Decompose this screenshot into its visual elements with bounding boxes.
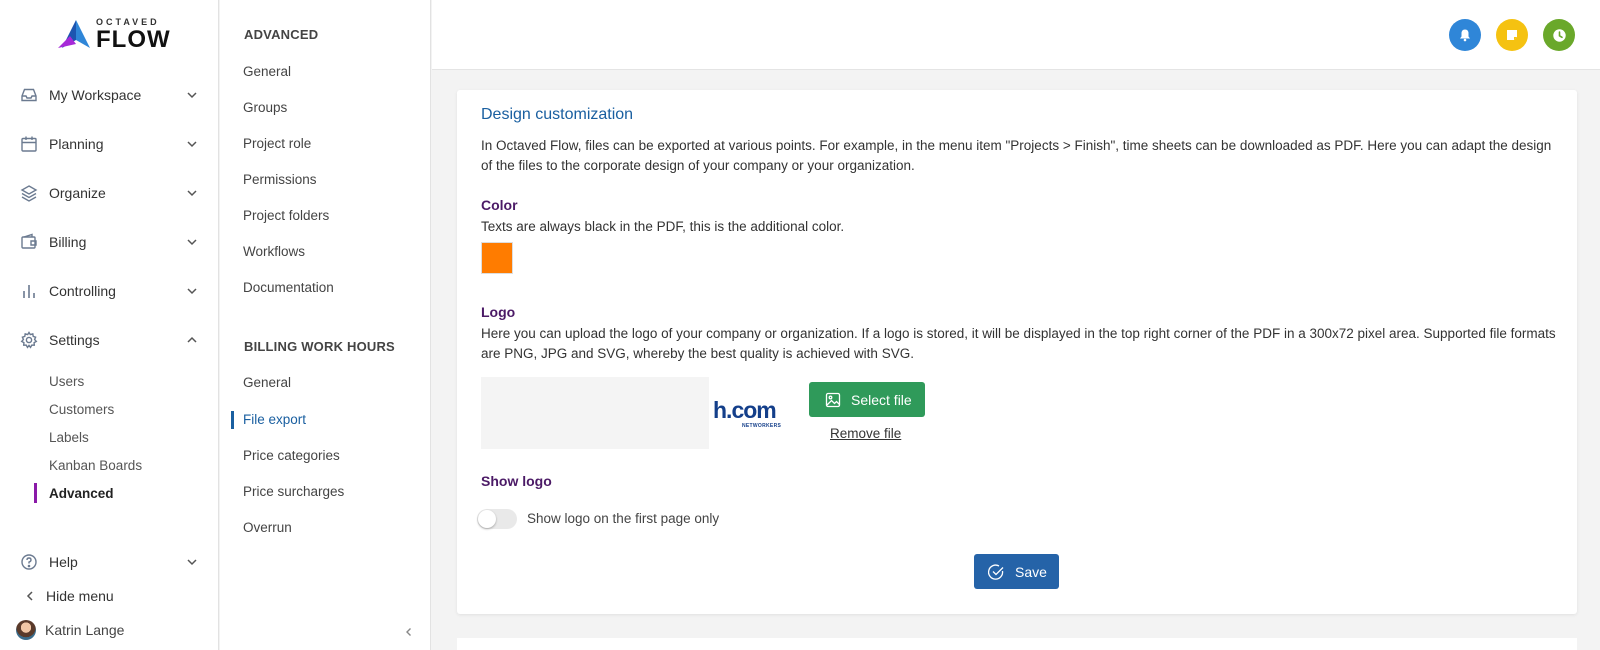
chevron-down-icon [187,190,197,197]
subnav-link-overrun[interactable]: Overrun [243,520,292,535]
sidebar-subitem-users[interactable]: Users [49,374,84,389]
logo-mark-icon [58,20,90,48]
help-icon [20,553,38,571]
clock-icon [1552,28,1566,42]
time-tracking-button[interactable] [1543,19,1575,51]
sidebar-item-label: Settings [49,332,100,348]
color-label: Color [481,197,518,213]
check-circle-icon [987,563,1004,580]
active-indicator [231,411,234,429]
logo-big-text: FLOW [96,26,171,53]
subnav-link-price-categories[interactable]: Price categories [243,448,340,463]
sidebar-item-label: Help [49,554,78,570]
settings-subnav: ADVANCED General Groups Project role Per… [220,0,431,650]
chevron-up-icon [187,336,197,343]
show-logo-toggle[interactable] [477,509,517,529]
gear-icon [20,331,38,349]
logo-preview-subtext: NETWORKERS [742,423,782,429]
subnav-link-price-surcharges[interactable]: Price surcharges [243,484,344,499]
octaved-flow-logo[interactable]: OCTAVED FLOW [56,16,176,53]
sidebar-item-planning[interactable]: Planning [0,128,219,160]
bell-icon [1460,29,1470,42]
hide-menu-label: Hide menu [46,588,114,604]
note-icon [1507,30,1517,40]
sidebar-item-label: Organize [49,185,106,201]
sidebar-item-help[interactable]: Help [0,546,219,578]
billing-work-hours-heading: BILLING WORK HOURS [244,339,395,354]
advanced-heading: ADVANCED [244,27,319,42]
select-file-button[interactable]: Select file [809,382,925,417]
subnav-link-groups[interactable]: Groups [243,100,287,115]
layers-icon [20,184,38,202]
toggle-knob [478,510,496,528]
chevron-down-icon [187,141,197,148]
subnav-link-project-folders[interactable]: Project folders [243,208,329,223]
subnav-link-project-role[interactable]: Project role [243,136,311,151]
sidebar-subitem-labels[interactable]: Labels [49,430,89,445]
next-card [457,638,1577,650]
sidebar-item-label: My Workspace [49,87,142,103]
select-file-label: Select file [851,391,912,408]
chevron-down-icon [187,92,197,99]
avatar[interactable] [16,620,36,640]
wallet-icon [20,233,38,251]
chevron-down-icon [187,239,197,246]
chevron-left-icon [26,591,33,601]
subnav-link-permissions[interactable]: Permissions [243,172,317,187]
chevron-down-icon [187,559,197,566]
sidebar-item-settings[interactable]: Settings [0,324,219,356]
subnav-link-workflows[interactable]: Workflows [243,244,305,259]
inbox-icon [20,86,38,104]
subnav-link-file-export[interactable]: File export [243,412,306,427]
sidebar-item-controlling[interactable]: Controlling [0,275,219,307]
sidebar-item-label: Controlling [49,283,116,299]
image-icon [825,392,841,407]
color-description: Texts are always black in the PDF, this … [481,219,845,234]
bar-chart-icon [20,282,38,300]
calendar-icon [20,135,38,153]
save-button[interactable]: Save [974,554,1059,589]
logo-label: Logo [481,304,516,320]
design-description: In Octaved Flow, files can be exported a… [481,138,1552,173]
color-swatch[interactable] [481,242,513,274]
subnav-link-general[interactable]: General [243,64,291,79]
logo-preview-area [481,377,709,449]
remove-file-link[interactable]: Remove file [830,426,901,441]
chevron-down-icon [187,288,197,295]
uploaded-logo-image: h.com NETWORKERS [713,397,783,429]
notes-button[interactable] [1496,19,1528,51]
page-title: Design customization [481,106,634,123]
sidebar-subitem-customers[interactable]: Customers [49,402,114,417]
subnav-link-documentation[interactable]: Documentation [243,280,334,295]
main-sidebar: OCTAVED FLOW My Workspace Planning Organ… [0,0,219,650]
save-label: Save [1015,563,1047,580]
design-customization-card: Design customization In Octaved Flow, fi… [457,90,1577,614]
sidebar-item-label: Billing [49,234,87,250]
sidebar-item-organize[interactable]: Organize [0,177,219,209]
top-bar [432,0,1600,70]
user-name[interactable]: Katrin Lange [45,622,124,638]
subnav-link-general-billing[interactable]: General [243,375,291,390]
show-logo-toggle-label[interactable]: Show logo on the first page only [527,511,719,526]
sidebar-subitem-advanced[interactable]: Advanced [49,486,114,501]
sidebar-item-my-workspace[interactable]: My Workspace [0,79,219,111]
hide-menu-button[interactable]: Hide menu [0,580,219,612]
sidebar-item-billing[interactable]: Billing [0,226,219,258]
active-indicator [34,483,37,503]
show-logo-label: Show logo [481,473,552,489]
sidebar-item-label: Planning [49,136,104,152]
collapse-chevron-icon[interactable] [404,627,414,637]
logo-preview-text: h.com [713,397,777,423]
sidebar-subitem-kanban-boards[interactable]: Kanban Boards [49,458,142,473]
logo-description: Here you can upload the logo of your com… [481,326,1556,361]
notifications-button[interactable] [1449,19,1481,51]
